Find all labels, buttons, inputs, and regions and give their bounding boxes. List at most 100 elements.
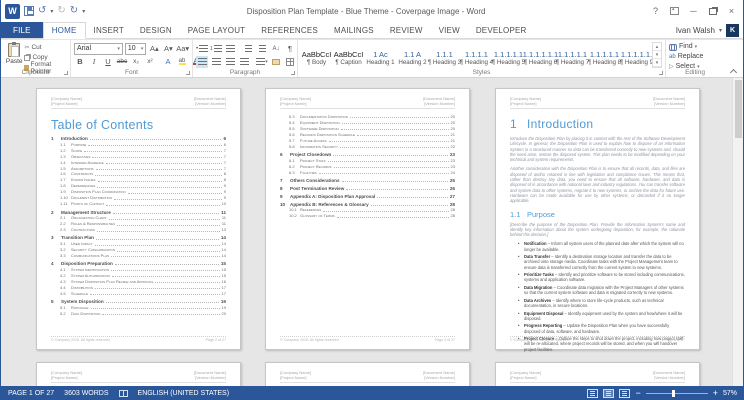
align-center-button[interactable] (210, 56, 222, 68)
subscript-button[interactable]: x₂ (130, 56, 142, 68)
style-body[interactable]: AaBbCcI ¶ Body (301, 42, 332, 68)
page-partial-2[interactable]: [Company Name] [Project Name] [Document N… (265, 362, 470, 386)
highlight-color-button[interactable]: ab (176, 56, 188, 68)
print-layout-button[interactable] (603, 388, 615, 398)
proofing-icon[interactable] (118, 389, 128, 397)
underline-button[interactable]: U (102, 56, 114, 68)
tab-home[interactable]: HOME (42, 22, 86, 39)
show-hide-marks-button[interactable]: ¶ (284, 43, 296, 55)
editing-group-label: Editing (685, 69, 705, 76)
page-toc-1[interactable]: [Company Name] [Project Name] [Document N… (36, 88, 241, 350)
tab-view[interactable]: VIEW (431, 22, 468, 38)
find-button[interactable]: Find ▾ (669, 42, 721, 51)
style-heading-4[interactable]: 1.1.1.1 ¶ Heading 4 (460, 42, 493, 68)
font-dialog-launcher[interactable] (186, 71, 190, 75)
bold-button[interactable]: B (74, 56, 86, 68)
zoom-level[interactable]: 57% (723, 390, 737, 397)
tab-insert[interactable]: INSERT (86, 22, 132, 38)
clipboard-dialog-launcher[interactable] (64, 71, 68, 75)
undo-dropdown-caret[interactable]: ▾ (50, 8, 53, 15)
tab-developer[interactable]: DEVELOPER (468, 22, 535, 38)
styles-more-button[interactable]: ▾ (653, 59, 661, 67)
bullets-button[interactable]: • (196, 43, 208, 55)
line-spacing-button[interactable]: ▾ (256, 56, 268, 68)
cut-button[interactable]: ✂ Cut (24, 43, 67, 52)
redo-button[interactable]: ↻ (57, 6, 65, 16)
shading-button[interactable] (270, 56, 282, 68)
style-heading-1[interactable]: 1 Ac Heading 1 (365, 42, 396, 68)
align-left-button[interactable] (196, 55, 208, 68)
style-caption[interactable]: AaBbCcI ¶ Caption (333, 42, 364, 68)
zoom-slider[interactable] (645, 389, 708, 397)
save-button[interactable] (24, 6, 34, 16)
tab-page-layout[interactable]: PAGE LAYOUT (180, 22, 253, 38)
page-indicator[interactable]: PAGE 1 OF 27 (8, 390, 54, 397)
tab-mailings[interactable]: MAILINGS (326, 22, 382, 38)
justify-button[interactable] (238, 56, 250, 68)
paragraph-dialog-launcher[interactable] (291, 71, 295, 75)
repeat-button[interactable]: ↻ (70, 6, 78, 16)
toc-entry: 2.2 Roles & Responsibilities 11 (51, 221, 226, 226)
page-partial-1[interactable]: [Company Name] [Project Name] [Document N… (36, 362, 241, 386)
collapse-ribbon-button[interactable] (730, 69, 737, 74)
help-button[interactable]: ? (647, 4, 664, 19)
minimize-button[interactable]: ─ (685, 4, 702, 19)
scrollbar-thumb[interactable] (735, 80, 742, 138)
word-count[interactable]: 3603 WORDS (64, 390, 108, 397)
style-heading-5[interactable]: 1.1.1.1.1 ¶ Heading 5 (492, 42, 525, 68)
text-effects-button[interactable]: A (162, 56, 174, 68)
tab-review[interactable]: REVIEW (382, 22, 431, 38)
zoom-in-button[interactable]: + (713, 388, 718, 398)
page-introduction[interactable]: [Company Name] [Project Name] [Document N… (495, 88, 700, 352)
align-right-button[interactable] (224, 56, 236, 68)
toc-number: 5.1 (60, 304, 66, 310)
style-heading-6[interactable]: 1.1.1.1.1.1 ¶ Heading 6 (523, 42, 558, 68)
strikethrough-button[interactable]: abc (116, 56, 128, 68)
tab-design[interactable]: DESIGN (132, 22, 180, 38)
language-indicator[interactable]: ENGLISH (UNITED STATES) (138, 390, 230, 397)
page-toc-2[interactable]: [Company Name] [Project Name] [Document N… (265, 88, 470, 350)
grow-font-button[interactable]: A▴ (148, 43, 160, 55)
increase-indent-button[interactable] (256, 43, 268, 55)
word-app-icon[interactable]: W (5, 3, 20, 19)
style-heading-9[interactable]: 1.1.1.1.1. ¶ Heading 9 (620, 42, 653, 68)
superscript-button[interactable]: x² (144, 56, 156, 68)
font-size-combobox[interactable]: 10 ▾ (124, 42, 147, 55)
toc-label: System Disposition (61, 299, 104, 305)
toc-number: 7 (280, 177, 283, 183)
read-mode-button[interactable] (587, 388, 599, 398)
decrease-indent-button[interactable] (242, 43, 254, 55)
style-heading-2[interactable]: 1.1 A Heading 2 (397, 42, 428, 68)
borders-button[interactable] (284, 56, 296, 68)
restore-button[interactable] (704, 4, 721, 19)
zoom-out-button[interactable]: − (635, 388, 640, 398)
web-layout-button[interactable] (619, 388, 631, 398)
style-heading-3[interactable]: 1.1.1 ¶ Heading 3 (428, 42, 461, 68)
styles-dialog-launcher[interactable] (659, 71, 663, 75)
style-heading-8[interactable]: 1.1.1.1.1 ¶ Heading 8 (588, 42, 621, 68)
ribbon-display-options-button[interactable] (666, 4, 683, 19)
toc-leader (370, 204, 448, 206)
numbering-button[interactable]: 1 (210, 43, 222, 55)
multilevel-list-button[interactable] (224, 43, 236, 55)
style-heading-7[interactable]: 1.1.1.1.1 ¶ Heading 7 (556, 42, 589, 68)
toc-leader (111, 270, 220, 272)
tab-references[interactable]: REFERENCES (253, 22, 326, 38)
zoom-slider-thumb[interactable] (671, 389, 675, 397)
sort-button[interactable]: A↓ (270, 43, 282, 55)
undo-button[interactable]: ↺ (38, 6, 46, 16)
styles-scroll-up-button[interactable]: ▴ (653, 43, 661, 51)
shrink-font-button[interactable]: A▾ (162, 43, 174, 55)
styles-scroll-down-button[interactable]: ▾ (653, 51, 661, 59)
italic-button[interactable]: I (88, 56, 100, 68)
account-avatar[interactable]: K (726, 23, 739, 37)
replace-button[interactable]: ab Replace (669, 52, 721, 61)
tab-file[interactable]: FILE (1, 22, 43, 38)
account-area[interactable]: Ivan Walsh ▾ K (676, 22, 743, 38)
change-case-button[interactable]: Aa▾ (176, 43, 189, 55)
close-button[interactable]: × (723, 4, 740, 19)
toc-leader (117, 224, 220, 226)
page-partial-3[interactable]: [Company Name] [Project Name] [Document N… (495, 362, 700, 386)
font-name-combobox[interactable]: Arial ▾ (74, 42, 123, 55)
vertical-scrollbar[interactable] (732, 78, 743, 386)
